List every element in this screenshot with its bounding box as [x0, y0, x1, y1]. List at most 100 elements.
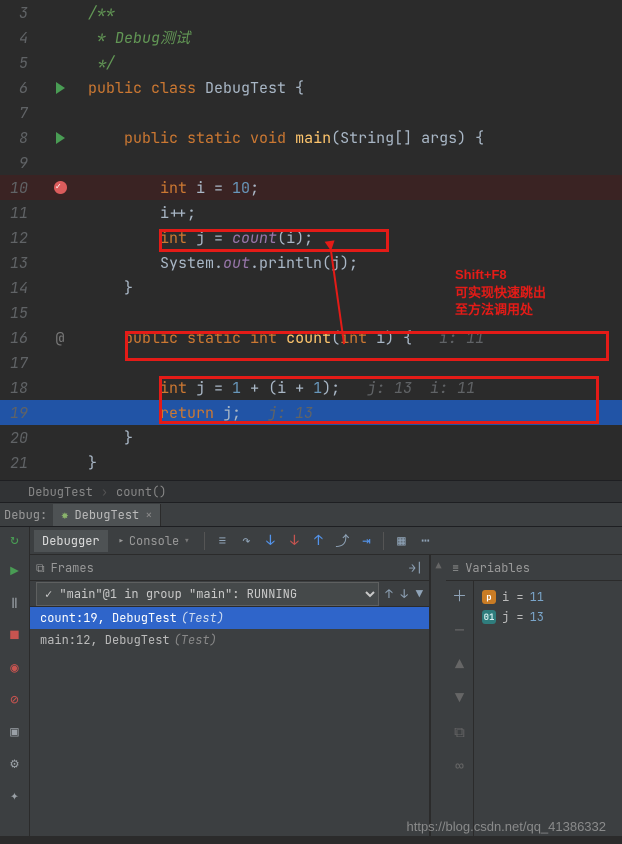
mute-breakpoints-icon[interactable]: ⊘ — [6, 691, 24, 709]
var-value: 13 — [530, 609, 544, 625]
code-content[interactable]: */ — [88, 53, 622, 73]
code-line[interactable]: 11 i++; — [0, 200, 622, 225]
resume-icon[interactable]: ▶ — [6, 563, 24, 581]
down-icon[interactable]: ▼ — [455, 688, 464, 708]
code-content[interactable]: int j = count(i); — [88, 228, 622, 248]
add-watch-icon[interactable]: ＋ — [452, 585, 467, 606]
code-line[interactable]: 17 — [0, 350, 622, 375]
thread-selector-row: ✓ "main"@1 in group "main": RUNNING ↑ ↓ … — [30, 581, 429, 607]
code-line[interactable]: 16@ public static int count(int i) { i: … — [0, 325, 622, 350]
close-icon[interactable]: × — [145, 507, 152, 523]
code-line[interactable]: 18 int j = 1 + (i + 1); j: 13 i: 11 — [0, 375, 622, 400]
code-content[interactable]: } — [88, 453, 622, 473]
breakpoints-icon[interactable]: ◉ — [6, 659, 24, 677]
run-icon[interactable] — [56, 132, 65, 144]
variables-list[interactable]: pi = 1101j = 13 — [474, 581, 622, 836]
code-line[interactable]: 3/** — [0, 0, 622, 25]
frames-icon: ⧉ — [36, 560, 45, 576]
code-content[interactable]: * Debug测试 — [88, 27, 622, 48]
debug-main: Debugger ▸ Console ▾ ≡ ↷ ↓ ↓ ↑ ⤴ ⇥ ▦ ⋯ ⧉… — [30, 527, 622, 836]
code-line[interactable]: 5 */ — [0, 50, 622, 75]
remove-watch-icon[interactable]: — — [455, 620, 464, 640]
up-icon[interactable]: ▲ — [455, 654, 464, 674]
rerun-icon[interactable]: ↻ — [6, 531, 24, 549]
code-line[interactable]: 21} — [0, 450, 622, 475]
code-line[interactable]: 10 int i = 10; — [0, 175, 622, 200]
thread-select[interactable]: ✓ "main"@1 in group "main": RUNNING — [36, 582, 379, 606]
line-number: 10 — [0, 178, 32, 198]
breadcrumb-method[interactable]: count() — [116, 484, 166, 500]
scrollbar[interactable]: ▲ — [430, 555, 446, 836]
force-step-into-icon[interactable]: ↓ — [283, 530, 305, 552]
tab-console[interactable]: ▸ Console ▾ — [110, 530, 199, 552]
next-frame-icon[interactable]: ↓ — [401, 586, 408, 602]
line-number: 13 — [0, 253, 32, 273]
drop-frame-icon[interactable]: ⤴ — [331, 530, 353, 552]
step-over-icon[interactable]: ↷ — [235, 530, 257, 552]
tab-debugger[interactable]: Debugger — [34, 530, 108, 552]
line-number: 6 — [0, 78, 32, 98]
code-line[interactable]: 4 * Debug测试 — [0, 25, 622, 50]
line-number: 20 — [0, 428, 32, 448]
debug-side-toolbar: ↻ ▶ ∥ ■ ◉ ⊘ ▣ ⚙ ✦ — [0, 527, 30, 836]
code-content[interactable]: public class DebugTest { — [88, 78, 622, 98]
code-content[interactable]: public static int count(int i) { i: 11 — [88, 328, 622, 348]
pause-icon[interactable]: ∥ — [6, 595, 24, 613]
frames-header: ⧉ Frames →| — [30, 555, 429, 581]
line-number: 9 — [0, 153, 32, 173]
frames-list[interactable]: count:19, DebugTest(Test)main:12, DebugT… — [30, 607, 429, 651]
code-content[interactable]: /** — [88, 3, 622, 23]
gutter[interactable] — [32, 82, 88, 94]
step-out-icon[interactable]: ↑ — [307, 530, 329, 552]
stop-icon[interactable]: ■ — [6, 627, 24, 645]
filter-icon[interactable]: ▼ — [416, 586, 423, 602]
settings-icon[interactable]: ⚙ — [6, 755, 24, 773]
glasses-icon[interactable]: ∞ — [455, 756, 464, 776]
restore-layout-icon[interactable]: →| — [409, 560, 423, 576]
gutter[interactable] — [32, 132, 88, 144]
override-icon[interactable]: @ — [55, 328, 64, 348]
run-icon[interactable] — [56, 82, 65, 94]
frame-item[interactable]: main:12, DebugTest(Test) — [30, 629, 429, 651]
code-line[interactable]: 20 } — [0, 425, 622, 450]
prev-frame-icon[interactable]: ↑ — [385, 586, 392, 602]
gutter[interactable]: @ — [32, 328, 88, 348]
frames-panel: ⧉ Frames →| ✓ "main"@1 in group "main": R… — [30, 555, 430, 836]
pin-icon[interactable]: ✦ — [6, 787, 24, 805]
line-number: 17 — [0, 353, 32, 373]
code-content[interactable]: i++; — [88, 203, 622, 223]
code-line[interactable]: 12 int j = count(i); — [0, 225, 622, 250]
breadcrumb[interactable]: DebugTest › count() — [0, 480, 622, 502]
code-line[interactable]: 19 return j; j: 13 — [0, 400, 622, 425]
evaluate-icon[interactable]: ▦ — [390, 530, 412, 552]
code-content[interactable]: public static void main(String[] args) { — [88, 128, 622, 148]
code-content[interactable]: return j; j: 13 — [88, 403, 622, 423]
code-line[interactable]: 7 — [0, 100, 622, 125]
frame-item[interactable]: count:19, DebugTest(Test) — [30, 607, 429, 629]
code-editor[interactable]: 3/**4 * Debug测试5 */6public class DebugTe… — [0, 0, 622, 480]
trace-icon[interactable]: ⋯ — [414, 530, 436, 552]
debug-run-tab-label: DebugTest — [74, 507, 139, 523]
code-content[interactable]: int i = 10; — [88, 178, 622, 198]
gutter[interactable] — [32, 181, 88, 194]
debug-run-tab[interactable]: ✸ DebugTest × — [53, 504, 161, 526]
breakpoint-icon[interactable] — [54, 181, 67, 194]
snapshot-icon[interactable]: ▣ — [6, 723, 24, 741]
variable-row[interactable]: 01j = 13 — [482, 607, 614, 627]
scroll-up-icon[interactable]: ▲ — [431, 555, 446, 576]
line-number: 8 — [0, 128, 32, 148]
code-line[interactable]: 9 — [0, 150, 622, 175]
line-number: 5 — [0, 53, 32, 73]
code-content[interactable]: int j = 1 + (i + 1); j: 13 i: 11 — [88, 378, 622, 398]
copy-icon[interactable]: ⧉ — [454, 722, 465, 742]
breadcrumb-class[interactable]: DebugTest — [28, 484, 93, 500]
code-line[interactable]: 8 public static void main(String[] args)… — [0, 125, 622, 150]
code-content[interactable]: } — [88, 428, 622, 448]
debug-panel-header: Debug: ✸ DebugTest × — [0, 502, 622, 526]
run-to-cursor-icon[interactable]: ⇥ — [355, 530, 377, 552]
variable-row[interactable]: pi = 11 — [482, 587, 614, 607]
frames-title: Frames — [51, 560, 94, 576]
code-line[interactable]: 6 public class DebugTest { — [0, 75, 622, 100]
show-exec-icon[interactable]: ≡ — [211, 530, 233, 552]
step-into-icon[interactable]: ↓ — [259, 530, 281, 552]
